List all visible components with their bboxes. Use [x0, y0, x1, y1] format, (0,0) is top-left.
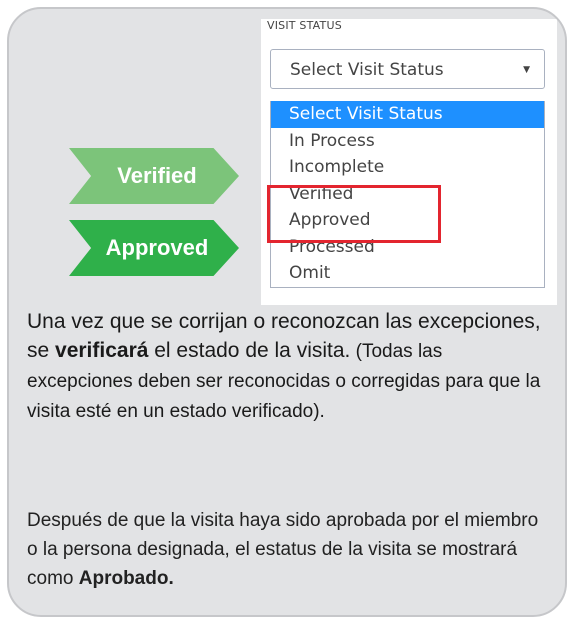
visit-status-screenshot: VISIT STATUS Select Visit Status ▼ Selec… [261, 19, 557, 305]
option-omit[interactable]: Omit [271, 260, 544, 287]
chevron-down-icon: ▼ [523, 65, 530, 75]
option-select-visit-status[interactable]: Select Visit Status [271, 101, 544, 128]
visit-status-select[interactable]: Select Visit Status ▼ [270, 49, 545, 89]
verified-tag: Verified [69, 148, 239, 204]
select-value: Select Visit Status [290, 60, 444, 80]
approved-tag-label: Approved [105, 235, 209, 260]
option-incomplete[interactable]: Incomplete [271, 154, 544, 181]
verified-tag-label: Verified [117, 163, 197, 188]
visit-status-label: VISIT STATUS [267, 19, 342, 32]
info-card: VISIT STATUS Select Visit Status ▼ Selec… [7, 7, 567, 617]
paragraph-verified-bold: verificará [55, 339, 149, 362]
highlight-box [267, 185, 441, 243]
paragraph-approved-bold: Aprobado. [78, 568, 174, 589]
paragraph-verified-text-2: el estado de la visita. [148, 339, 351, 362]
paragraph-verified: Una vez que se corrijan o reconozcan las… [27, 307, 547, 426]
option-in-process[interactable]: In Process [271, 127, 544, 154]
approved-tag: Approved [69, 220, 239, 276]
paragraph-approved: Después de que la visita haya sido aprob… [27, 506, 547, 593]
